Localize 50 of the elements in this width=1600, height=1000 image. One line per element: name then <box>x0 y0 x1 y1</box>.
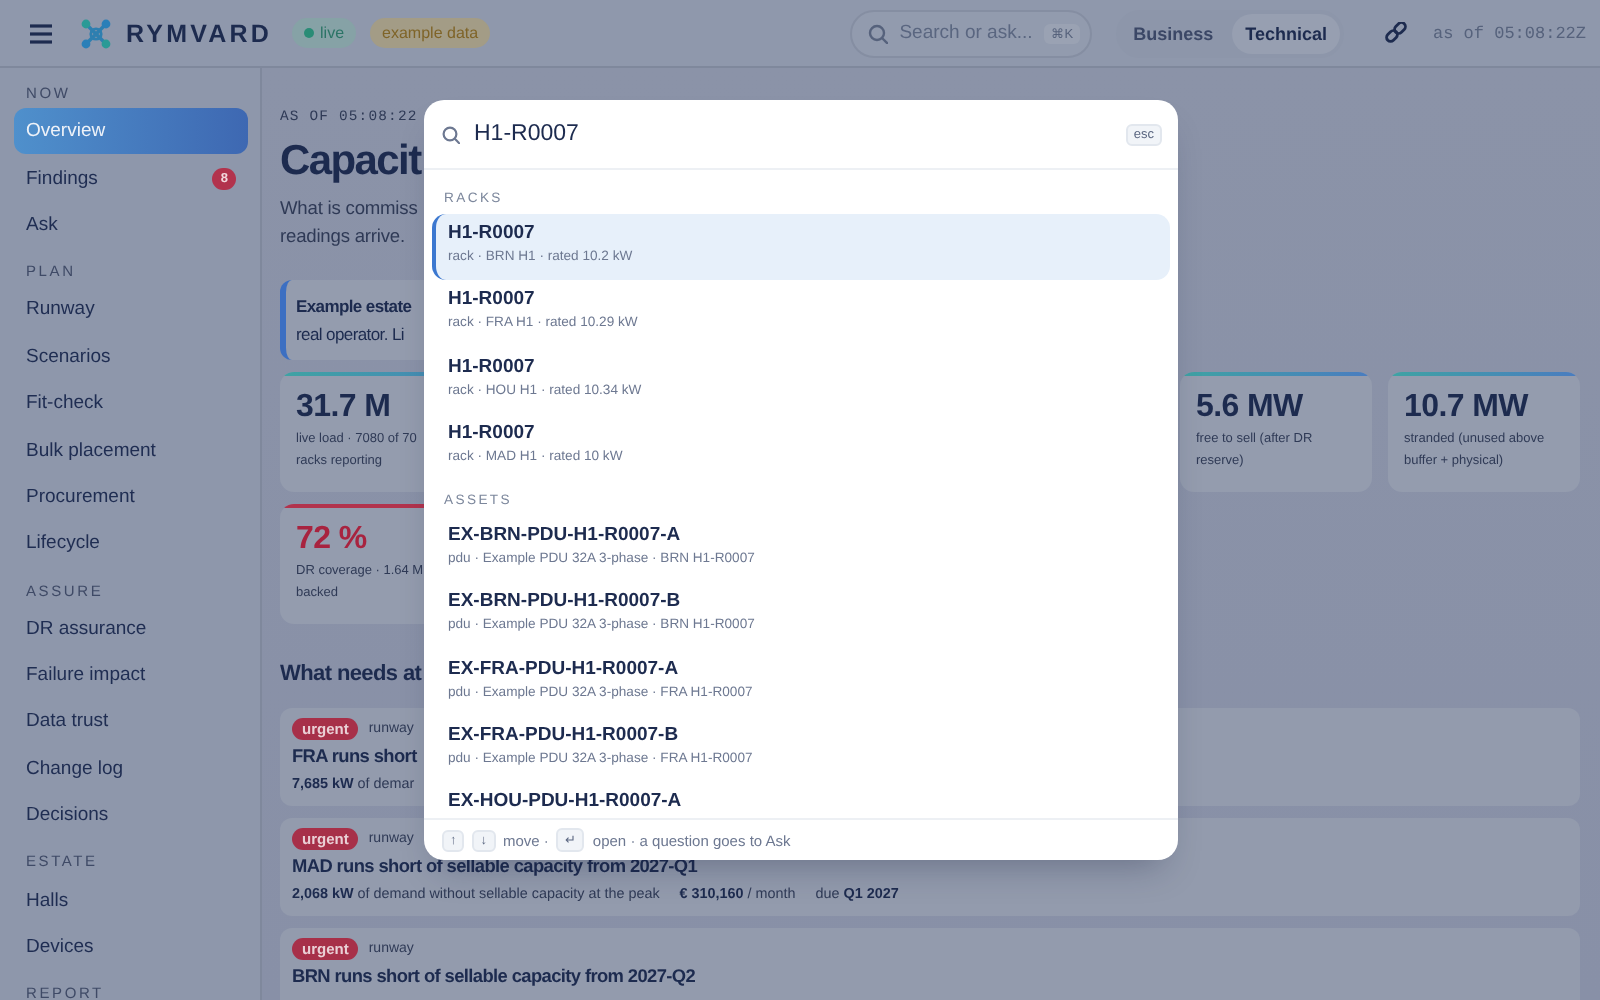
result-title: H1-R0007 <box>448 222 537 244</box>
nav-item[interactable]: Procurement <box>14 473 248 521</box>
section-title: What needs at <box>280 660 422 688</box>
nav-item[interactable]: Devices <box>14 923 248 971</box>
nav-item[interactable]: Runway <box>14 286 248 334</box>
result-title: EX-BRN-PDU-H1-R0007-A <box>448 524 683 547</box>
result-title: H1-R0007 <box>448 421 537 444</box>
search-icon <box>442 125 460 143</box>
result-title: EX-HOU-PDU-H1-R0007-A <box>448 790 684 813</box>
brand-name: RYMVARD <box>126 19 273 47</box>
example-data-badge: example data <box>370 18 491 48</box>
nav-item[interactable]: Ask <box>14 201 248 249</box>
result-title: H1-R0007 <box>448 355 537 378</box>
stat-value: 10.7 MW <box>1404 390 1528 426</box>
timestamp: as of 05:08:22Z <box>1432 23 1586 43</box>
link-icon[interactable] <box>1384 21 1409 45</box>
page-subtitle: What is commiss <box>280 196 418 222</box>
nav-item[interactable]: DR assurance <box>14 605 248 652</box>
nav-item[interactable]: Scenarios <box>14 333 248 380</box>
search-input[interactable]: H1-R0007 <box>474 122 1112 146</box>
nav-item[interactable]: Change log <box>14 745 248 793</box>
nav-item[interactable]: Lifecycle <box>14 520 248 568</box>
search-icon <box>867 23 888 43</box>
page-title: Capacit <box>280 136 421 188</box>
result-title: H1-R0007 <box>448 288 537 311</box>
callout-title: Example estate <box>296 294 412 320</box>
result-title: EX-FRA-PDU-H1-R0007-A <box>448 657 681 680</box>
page-subtitle: readings arrive. <box>280 224 405 250</box>
stat-value: 72 % <box>296 522 367 558</box>
stat-value: 31.7 M <box>296 390 391 426</box>
nav-item[interactable]: Bulk placement <box>14 426 248 474</box>
result-title: EX-FRA-PDU-H1-R0007-B <box>448 724 681 747</box>
stat-value: 5.6 MW <box>1196 390 1303 426</box>
menu-icon[interactable] <box>30 21 52 45</box>
nav-item[interactable]: Decisions <box>14 792 248 839</box>
nav-item[interactable]: Halls <box>14 876 248 924</box>
logo-icon <box>80 17 112 49</box>
nav-item[interactable]: Data trust <box>14 698 248 746</box>
view-toggle-button[interactable]: Technical <box>1231 13 1341 53</box>
nav-item[interactable]: Failure impact <box>14 651 248 699</box>
callout-text: real operator. Li <box>296 322 404 348</box>
nav-item[interactable]: Fit-check <box>14 379 248 427</box>
live-badge: live <box>292 18 357 48</box>
search-result[interactable]: EX-HOU-PDU-H1-R0007-A <box>432 782 1170 818</box>
view-toggle-button[interactable]: Business <box>1119 13 1228 53</box>
nav-item-label: Findings <box>26 167 98 190</box>
result-title: EX-BRN-PDU-H1-R0007-B <box>448 590 683 613</box>
finding-title: BRN runs short of sellable capacity from 2027-Q2 <box>292 966 696 988</box>
finding-title: FRA runs short <box>292 746 417 768</box>
nav-item[interactable]: Overview <box>14 108 248 155</box>
